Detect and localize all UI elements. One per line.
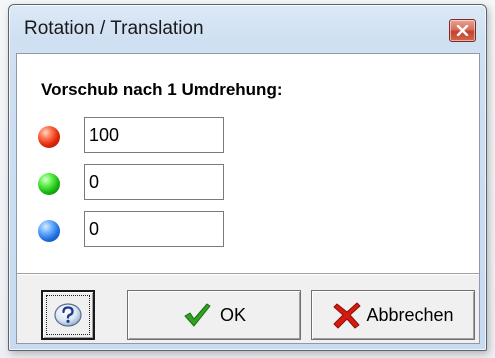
- ok-button[interactable]: OK: [127, 290, 301, 340]
- red-axis-input[interactable]: [84, 117, 224, 153]
- field-row-blue: [38, 211, 278, 251]
- blue-ball-icon: [38, 220, 60, 242]
- checkmark-icon: [184, 303, 211, 327]
- field-row-red: [38, 117, 278, 157]
- red-ball-icon: [38, 126, 60, 148]
- window-title: Rotation / Translation: [24, 18, 204, 39]
- separator-line: [17, 273, 479, 275]
- green-axis-input[interactable]: [84, 164, 224, 200]
- ok-label: OK: [219, 304, 246, 325]
- cancel-label: Abbrechen: [366, 304, 454, 325]
- input-panel: Vorschub nach 1 Umdrehung:: [17, 54, 479, 273]
- title-bar[interactable]: Rotation / Translation: [9, 5, 486, 53]
- close-icon: [456, 25, 469, 36]
- blue-axis-input[interactable]: [84, 211, 224, 247]
- dialog-client-area: Vorschub nach 1 Umdrehung: 100 0 0 OK Ab…: [16, 53, 480, 344]
- close-button[interactable]: [449, 19, 476, 42]
- field-row-green: [38, 164, 278, 204]
- feed-heading: Vorschub nach 1 Umdrehung:: [41, 80, 283, 99]
- cancel-button[interactable]: Abbrechen: [311, 290, 475, 340]
- focus-ring: [46, 295, 90, 335]
- help-button[interactable]: [41, 290, 95, 340]
- green-ball-icon: [38, 173, 60, 195]
- dialog-window: Rotation / Translation Vorschub nach 1 U…: [8, 4, 487, 351]
- red-x-icon: [333, 302, 361, 329]
